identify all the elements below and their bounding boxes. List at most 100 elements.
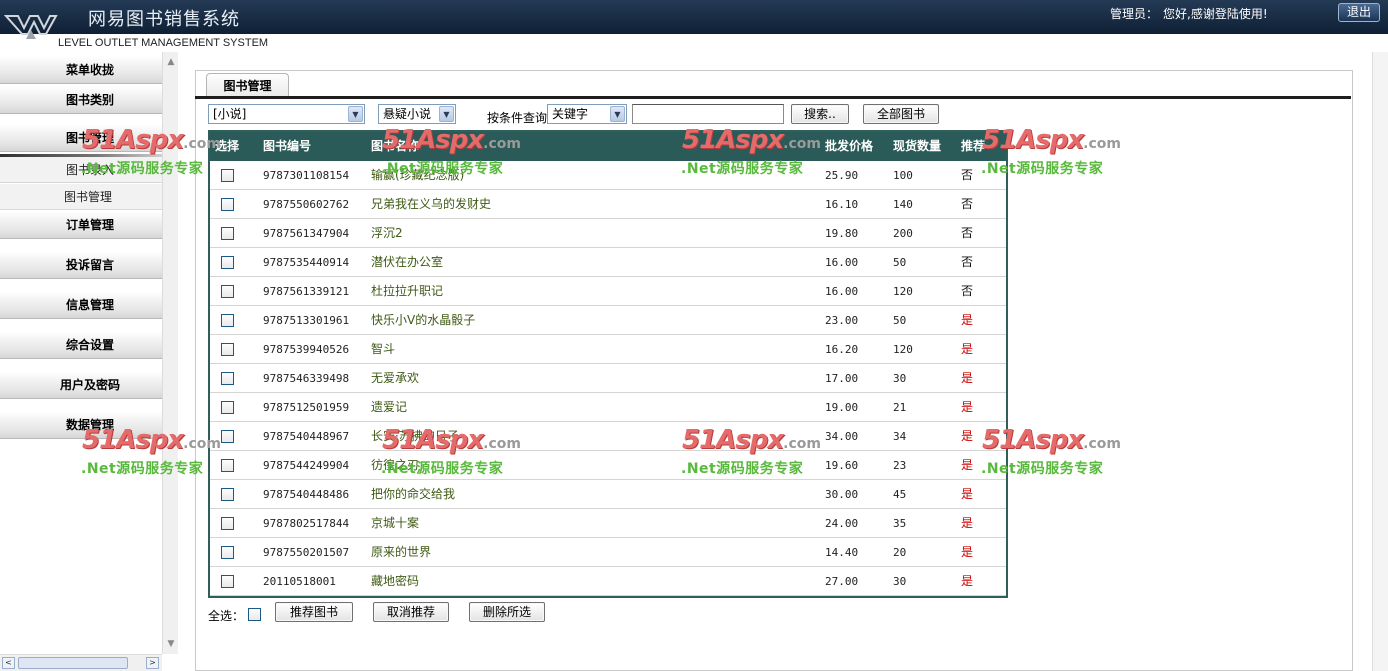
book-name-link[interactable]: 浮沉2: [371, 219, 403, 248]
subcategory-select-value: 悬疑小说: [383, 107, 432, 121]
book-recommended: 是: [961, 516, 974, 530]
book-name-link[interactable]: 遗爱记: [371, 393, 407, 422]
book-price: 16.20: [825, 343, 859, 356]
book-isbn: 9787544249904: [263, 459, 350, 472]
table-row: 9787540448486 把你的命交给我 30.00 45 是: [210, 480, 1006, 509]
table-row: 9787535440914 潜伏在办公室 16.00 50 否: [210, 248, 1006, 277]
sidebar-item-complaints[interactable]: 投诉留言: [0, 251, 162, 279]
column-header-recommend: 推荐: [961, 139, 986, 153]
sidebar-item-book-categories[interactable]: 图书类别: [0, 86, 162, 114]
row-checkbox[interactable]: [221, 575, 234, 588]
book-stock: 21: [893, 401, 907, 414]
sidebar-item-label: 图书管理: [65, 131, 114, 145]
book-name-link[interactable]: 潜伏在办公室: [371, 248, 443, 277]
book-stock: 35: [893, 517, 907, 530]
row-checkbox[interactable]: [221, 430, 234, 443]
book-name-link[interactable]: 彷徨之刃: [371, 451, 419, 480]
sidebar-subitem-book-entry[interactable]: 图书录入: [0, 157, 162, 183]
sidebar-item-settings[interactable]: 综合设置: [0, 331, 162, 359]
book-name-link[interactable]: 原来的世界: [371, 538, 431, 567]
search-field-select[interactable]: 关键字 ▼: [547, 104, 627, 124]
row-checkbox[interactable]: [221, 546, 234, 559]
scroll-thumb[interactable]: [18, 657, 128, 669]
sidebar-item-book-management[interactable]: 图书管理: [0, 124, 162, 152]
book-name-link[interactable]: 输赢(珍藏纪念版): [371, 161, 464, 190]
main-content: 图书管理 [小说] ▼ 悬疑小说 ▼ 按条件查询 关键字 ▼ 搜索.. 全部图书…: [178, 52, 1372, 671]
book-recommended: 是: [961, 429, 974, 443]
row-checkbox[interactable]: [221, 314, 234, 327]
unrecommend-button[interactable]: 取消推荐: [373, 602, 449, 622]
row-checkbox[interactable]: [221, 343, 234, 356]
row-checkbox[interactable]: [221, 488, 234, 501]
book-recommended: 是: [961, 371, 974, 385]
scroll-right-icon[interactable]: >: [146, 657, 159, 669]
row-checkbox[interactable]: [221, 372, 234, 385]
book-price: 24.00: [825, 517, 859, 530]
app-subtitle: LEVEL OUTLET MANAGEMENT SYSTEM: [58, 37, 269, 49]
sidebar-item-users[interactable]: 用户及密码: [0, 371, 162, 399]
logout-button[interactable]: 退出: [1338, 3, 1380, 22]
category-select-value: [小说]: [213, 107, 247, 121]
column-header-price: 批发价格: [825, 139, 874, 153]
table-row: 9787550201507 原来的世界 14.40 20 是: [210, 538, 1006, 567]
book-recommended: 否: [961, 168, 974, 182]
sidebar-item-label: 数据管理: [65, 418, 114, 432]
book-name-link[interactable]: 智斗: [371, 335, 395, 364]
table-row: 20110518001 藏地密码 27.00 30 是: [210, 567, 1006, 596]
row-checkbox[interactable]: [221, 169, 234, 182]
book-stock: 20: [893, 546, 907, 559]
sidebar-item-info[interactable]: 信息管理: [0, 291, 162, 319]
table-row: 9787512501959 遗爱记 19.00 21 是: [210, 393, 1006, 422]
sidebar-item-orders[interactable]: 订单管理: [0, 211, 162, 239]
book-isbn: 9787513301961: [263, 314, 350, 327]
search-field-value: 关键字: [552, 107, 589, 121]
book-name-link[interactable]: 无爱承欢: [371, 364, 419, 393]
book-isbn: 9787540448486: [263, 488, 350, 501]
row-checkbox[interactable]: [221, 285, 234, 298]
row-checkbox[interactable]: [221, 256, 234, 269]
sidebar-item-data[interactable]: 数据管理: [0, 411, 162, 439]
row-checkbox[interactable]: [221, 459, 234, 472]
row-checkbox[interactable]: [221, 517, 234, 530]
book-name-link[interactable]: 长安·苏拂的日子: [371, 422, 459, 451]
table-row: 9787550602762 兄弟我在义乌的发财史 16.10 140 否: [210, 190, 1006, 219]
search-button[interactable]: 搜索..: [791, 104, 849, 124]
row-checkbox[interactable]: [221, 401, 234, 414]
table-row: 9787561339121 杜拉拉升职记 16.00 120 否: [210, 277, 1006, 306]
book-price: 16.00: [825, 285, 859, 298]
scroll-up-icon[interactable]: ▲: [165, 56, 177, 68]
book-stock: 200: [893, 227, 913, 240]
sidebar-vertical-scrollbar[interactable]: ▲ ▼: [162, 52, 178, 654]
book-stock: 45: [893, 488, 907, 501]
keyword-input[interactable]: [632, 104, 784, 124]
book-isbn: 9787540448967: [263, 430, 350, 443]
book-name-link[interactable]: 杜拉拉升职记: [371, 277, 443, 306]
book-name-link[interactable]: 把你的命交给我: [371, 480, 455, 509]
category-select[interactable]: [小说] ▼: [208, 104, 365, 124]
sidebar-item-collapse-menu[interactable]: 菜单收拢: [0, 56, 162, 84]
row-checkbox[interactable]: [221, 198, 234, 211]
subcategory-select[interactable]: 悬疑小说 ▼: [378, 104, 456, 124]
delete-selected-button[interactable]: 删除所选: [469, 602, 545, 622]
book-name-link[interactable]: 藏地密码: [371, 567, 419, 596]
chevron-down-icon: ▼: [439, 106, 454, 122]
main-vertical-scrollbar[interactable]: [1372, 52, 1388, 671]
table-row: 9787802517844 京城十案 24.00 35 是: [210, 509, 1006, 538]
book-price: 14.40: [825, 546, 859, 559]
app-header: 网易图书销售系统 管理员： 您好,感谢登陆使用! 退出 LEVEL OUTLET…: [0, 0, 1388, 52]
all-books-button[interactable]: 全部图书: [863, 104, 939, 124]
book-isbn: 9787301108154: [263, 169, 350, 182]
row-checkbox[interactable]: [221, 227, 234, 240]
book-name-link[interactable]: 京城十案: [371, 509, 419, 538]
select-all-checkbox[interactable]: [248, 608, 261, 621]
sidebar-horizontal-scrollbar[interactable]: < >: [0, 654, 162, 671]
recommend-button[interactable]: 推荐图书: [275, 602, 353, 622]
scroll-down-icon[interactable]: ▼: [165, 638, 177, 650]
book-name-link[interactable]: 兄弟我在义乌的发财史: [371, 190, 491, 219]
sidebar-subitem-book-manage[interactable]: 图书管理: [0, 184, 162, 210]
scroll-left-icon[interactable]: <: [2, 657, 15, 669]
book-stock: 140: [893, 198, 913, 211]
book-name-link[interactable]: 快乐小V的水晶骰子: [371, 306, 475, 335]
column-header-select: 选择: [215, 139, 240, 153]
admin-label: 管理员：: [1110, 7, 1159, 21]
